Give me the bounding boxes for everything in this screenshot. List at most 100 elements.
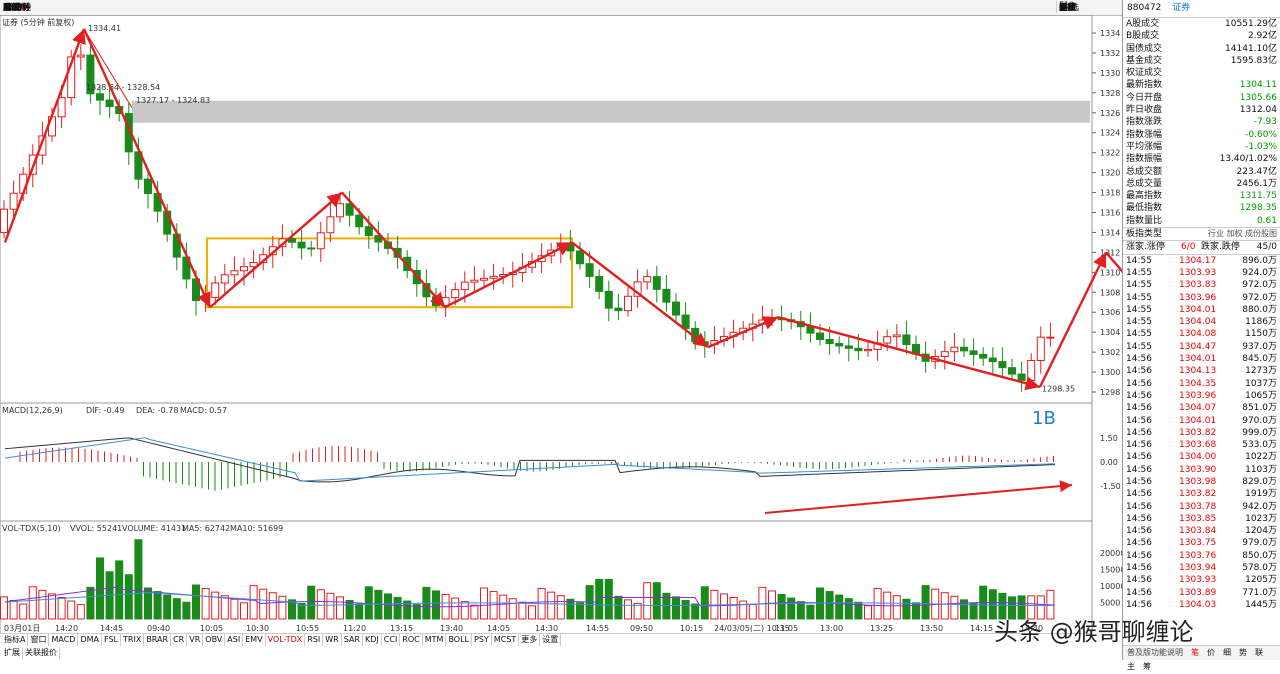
indicator-tab[interactable]: 更多 (519, 634, 541, 646)
price-axis-label: 1298 (1100, 388, 1120, 397)
indicator-tab[interactable]: FSL (102, 634, 122, 646)
stat-value: -1.03% (1245, 141, 1277, 152)
tick-volume: 1022万 (1245, 452, 1277, 463)
stat-label: 平均涨幅 (1126, 141, 1163, 152)
stat-row: 指数振幅 13.40/1.02% (1123, 153, 1280, 165)
tick-row: 14:56 1303.96 1065万 (1123, 390, 1280, 402)
vol-axis-label: 5000 (1100, 599, 1120, 608)
indicator-tab[interactable]: KDJ (363, 634, 382, 646)
tick-volume: 924.0万 (1242, 267, 1277, 278)
resistance-band (132, 100, 1090, 123)
tick-volume: 850.0万 (1242, 550, 1277, 561)
indicator-tab[interactable]: MCST (492, 634, 520, 646)
volume-bar (288, 599, 296, 620)
volume-bar (67, 600, 76, 620)
volume-bar (316, 589, 325, 620)
tick-price: 1303.82 (1179, 489, 1217, 500)
indicator-tab[interactable]: 设置 (540, 634, 562, 646)
vol-ma10: MA10: 51699 (230, 524, 283, 533)
indicator-tab[interactable]: TRIX (121, 634, 145, 646)
volume-bar (720, 593, 728, 620)
stat-value: -0.60% (1245, 129, 1277, 140)
indicator-tab[interactable]: 指标A (2, 634, 29, 646)
stat-row: 最新指数 1304.11 (1123, 79, 1280, 91)
volume-bar (451, 597, 460, 620)
tick-price: 1304.00 (1179, 452, 1217, 463)
bottom-tab[interactable]: 关联报价 (23, 647, 60, 659)
period-tab[interactable]: 更多 > (3, 1, 30, 13)
tick-time: 14:55 (1126, 292, 1152, 303)
volume-bar (700, 586, 709, 620)
index-name[interactable]: 证券 (1172, 3, 1190, 13)
indicator-tab[interactable]: RSI (305, 634, 324, 646)
price-axis-label: 1306 (1100, 308, 1120, 317)
volume-bar (48, 593, 56, 620)
stat-label: 指数量比 (1126, 215, 1163, 226)
quote-panel: 880472 证券 A股成交 10551.29亿 B股成交 2.92亿 国债成交 1414… (1122, 0, 1280, 671)
time-axis-label: 10:55 (296, 624, 319, 633)
volume-bar (681, 599, 690, 620)
tick-volume: 1023万 (1245, 513, 1277, 524)
tick-time: 14:56 (1126, 587, 1152, 598)
quote-tab[interactable]: 联 (1251, 646, 1267, 660)
indicator-tab[interactable]: SAR (342, 634, 363, 646)
quote-tab[interactable]: 主 (1123, 660, 1139, 674)
indicator-tab[interactable]: WR (323, 634, 342, 646)
indicator-tab[interactable]: CR (171, 634, 188, 646)
volume-bar (518, 601, 527, 620)
trend-arrow (82, 28, 212, 308)
indicator-tab[interactable]: BOLL (446, 634, 473, 646)
tick-row: 14:56 1304.00 1022万 (1123, 451, 1280, 463)
stat-value: 1298.35 (1239, 203, 1277, 214)
indicator-tab[interactable]: VOL-TDX (266, 634, 306, 646)
tick-volume: 942.0万 (1242, 501, 1277, 512)
indicator-tab[interactable]: OBV (203, 634, 226, 646)
tick-volume: 771.0万 (1242, 587, 1277, 598)
indicator-tab[interactable]: ASI (225, 634, 244, 646)
indicator-tab[interactable]: MTM (423, 634, 447, 646)
trend-arrow (3, 28, 86, 243)
tick-price: 1304.04 (1179, 317, 1217, 328)
quote-tab[interactable]: 细 (1219, 646, 1235, 660)
volume-bar (844, 598, 853, 620)
annotation-1b: 1B (1032, 408, 1056, 429)
time-axis-label: 14:55 (586, 624, 609, 633)
quote-tab[interactable]: 势 (1235, 646, 1251, 660)
tick-volume: 937.0万 (1242, 341, 1277, 352)
tick-price: 1303.98 (1179, 476, 1217, 487)
indicator-tab[interactable]: BRAR (144, 634, 172, 646)
candle-body (220, 274, 229, 284)
indicator-tab[interactable]: PSY (472, 634, 492, 646)
time-axis-label: 10:15 (680, 624, 703, 633)
tick-price: 1303.96 (1179, 292, 1217, 303)
indicator-tab[interactable]: MACD (49, 634, 79, 646)
tool-button[interactable]: 返回 (1056, 1, 1078, 13)
tick-row: 14:55 1303.96 972.0万 (1123, 292, 1280, 304)
candle-body (979, 353, 988, 359)
indicator-tab[interactable]: DMA (78, 634, 103, 646)
tick-time: 14:56 (1126, 440, 1152, 451)
indicator-tab[interactable]: EMV (243, 634, 266, 646)
candle-body (144, 178, 152, 195)
quote-tab[interactable]: 笔 (1187, 646, 1203, 660)
indicator-tab[interactable]: ROC (400, 634, 423, 646)
board-type-value[interactable]: 行业 加权 成份股图 (1208, 228, 1277, 240)
candle-body (844, 345, 853, 349)
tick-price: 1303.84 (1179, 526, 1217, 537)
candle-body (902, 334, 911, 346)
help-link[interactable]: 普及版功能说明 (1123, 646, 1187, 660)
indicator-tab[interactable]: 窗口 (28, 634, 50, 646)
tick-time: 14:56 (1126, 378, 1152, 389)
bottom-tab[interactable]: 扩展 (2, 647, 23, 659)
stat-row: B股成交 2.92亿 (1123, 30, 1280, 42)
chart-area[interactable]: 证券 (5分钟 前复权) 1334 1332 1330 1328 1326 1324 1322… (0, 15, 1122, 660)
volume-bar (672, 596, 680, 620)
stat-row: 今日开盘 1305.66 (1123, 92, 1280, 104)
quote-tab[interactable]: 筹 (1139, 660, 1155, 674)
quote-tab[interactable]: 价 (1203, 646, 1219, 660)
indicator-tab[interactable]: VR (187, 634, 204, 646)
indicator-tab[interactable]: CCI (382, 634, 401, 646)
tick-volume: 979.0万 (1242, 538, 1277, 549)
kline-chart[interactable]: 证券 (5分钟 前复权) 1334 1332 1330 1328 1326 1324 1322… (0, 15, 1122, 634)
candle-body (0, 208, 8, 233)
